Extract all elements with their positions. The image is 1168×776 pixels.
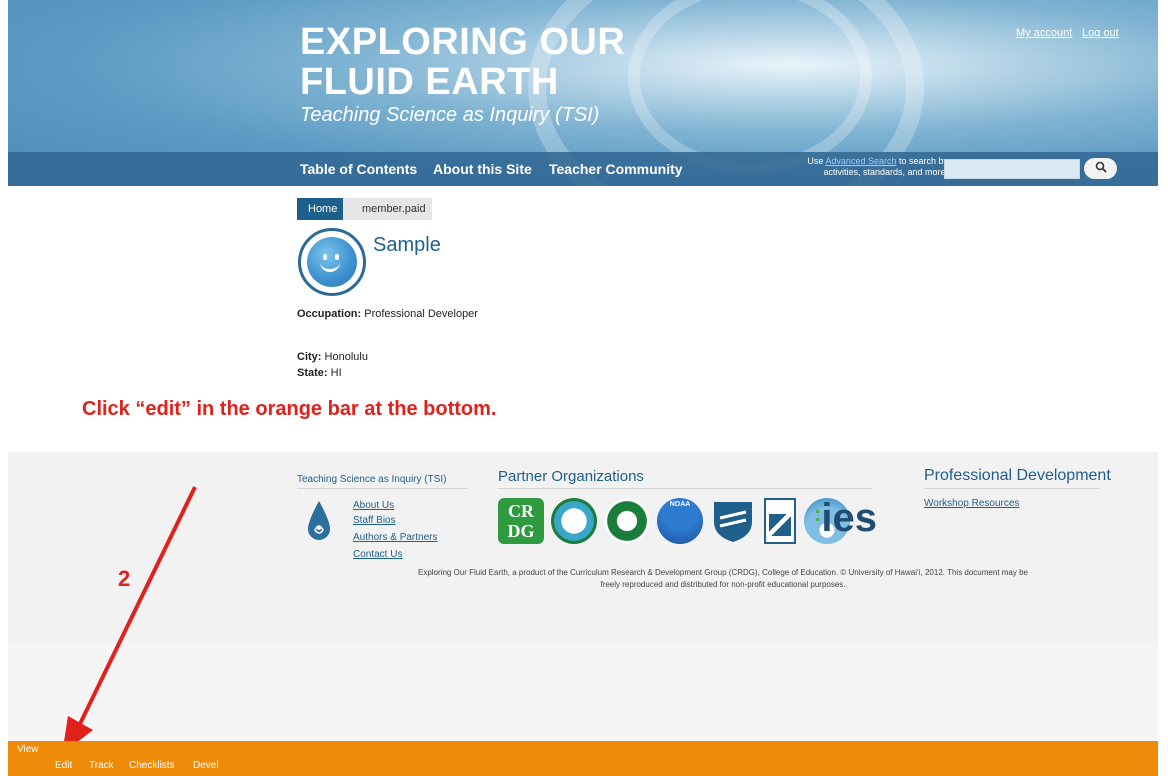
footer-link-about-us[interactable]: About Us	[353, 500, 394, 511]
search-help-text: Use Advanced Search to search by activit…	[778, 156, 948, 178]
footer-divider	[924, 488, 1100, 489]
nav-about-this-site[interactable]: About this Site	[433, 161, 532, 177]
site-subtitle: Teaching Science as Inquiry (TSI)	[300, 104, 600, 126]
college-of-education-logo[interactable]	[551, 498, 597, 544]
site-header: EXPLORING OUR FLUID EARTH Teaching Scien…	[8, 0, 1158, 186]
footer-link-authors-partners[interactable]: Authors & Partners	[353, 532, 437, 543]
crdg-logo-text: DG	[507, 521, 535, 541]
workshop-resources-link[interactable]: Workshop Resources	[924, 498, 1019, 509]
ies-logo[interactable]: :ies	[814, 496, 877, 541]
state-label: State:	[297, 367, 328, 379]
city-field: City: Honolulu	[297, 351, 368, 363]
tutorial-instruction: Click “edit” in the orange bar at the bo…	[82, 398, 497, 420]
shield-logo[interactable]	[710, 498, 756, 544]
occupation-label: Occupation:	[297, 308, 362, 320]
footer-divider	[498, 488, 872, 489]
ies-logo-text: ies	[821, 496, 877, 540]
smiley-face-icon	[307, 237, 357, 287]
footer-link-contact-us[interactable]: Contact Us	[353, 549, 402, 560]
crdg-logo-text: CR	[508, 501, 534, 521]
noaa-logo[interactable]: NOAA	[657, 498, 703, 544]
footer-lower-area	[8, 642, 1158, 742]
state-field: State: HI	[297, 367, 342, 379]
admin-track-link[interactable]: Track	[89, 760, 114, 771]
occupation-field: Occupation: Professional Developer	[297, 308, 478, 320]
search-help-pre: Use	[807, 156, 826, 166]
crdg-logo[interactable]: CR DG	[498, 498, 544, 544]
site-title-line1[interactable]: EXPLORING OUR	[300, 22, 625, 62]
water-drop-logo-icon	[308, 501, 330, 540]
admin-edit-link[interactable]: Edit	[55, 760, 72, 771]
breadcrumb-home[interactable]: Home	[297, 198, 354, 220]
noaa-logo-text: NOAA	[669, 501, 691, 508]
nav-teacher-community[interactable]: Teacher Community	[549, 161, 683, 177]
footer-divider	[297, 488, 467, 489]
copyright-text: Exploring Our Fluid Earth, a product of …	[417, 568, 1028, 589]
admin-checklists-link[interactable]: Checklists	[129, 760, 175, 771]
city-value: Honolulu	[324, 351, 368, 363]
admin-view-link[interactable]: View	[17, 744, 39, 755]
avatar-mouth	[320, 259, 340, 272]
search-input[interactable]	[944, 159, 1080, 179]
main-nav: Table of Contents About this Site Teache…	[8, 152, 1158, 186]
profile-name: Sample	[373, 234, 441, 256]
breadcrumb-current: member.paid	[343, 198, 432, 220]
partner-organizations-heading: Partner Organizations	[498, 468, 644, 485]
step-number-label: 2	[118, 566, 131, 591]
admin-toolbar: View Edit Track Checklists Devel	[8, 741, 1158, 776]
admin-devel-link[interactable]: Devel	[193, 760, 219, 771]
avatar	[298, 228, 366, 296]
professional-development-heading: Professional Development	[924, 467, 1111, 484]
city-label: City:	[297, 351, 322, 363]
log-out-link[interactable]: Log out	[1082, 27, 1119, 39]
nav-table-of-contents[interactable]: Table of Contents	[300, 161, 417, 177]
my-account-link[interactable]: My account	[1016, 27, 1072, 39]
advanced-search-link[interactable]: Advanced Search	[825, 156, 896, 166]
search-button[interactable]	[1084, 158, 1117, 179]
university-of-hawaii-seal-logo[interactable]	[604, 498, 650, 544]
footer-tsi-heading: Teaching Science as Inquiry (TSI)	[297, 474, 447, 485]
magnifier-icon	[1095, 161, 1107, 173]
footer-link-staff-bios[interactable]: Staff Bios	[353, 515, 396, 526]
sea-grant-logo[interactable]	[764, 498, 796, 544]
state-value: HI	[330, 367, 342, 379]
sea-grant-wave-icon	[769, 514, 791, 536]
site-footer: Teaching Science as Inquiry (TSI) About …	[8, 452, 1158, 642]
site-title-line2[interactable]: FLUID EARTH	[300, 62, 559, 102]
occupation-value: Professional Developer	[364, 308, 478, 320]
